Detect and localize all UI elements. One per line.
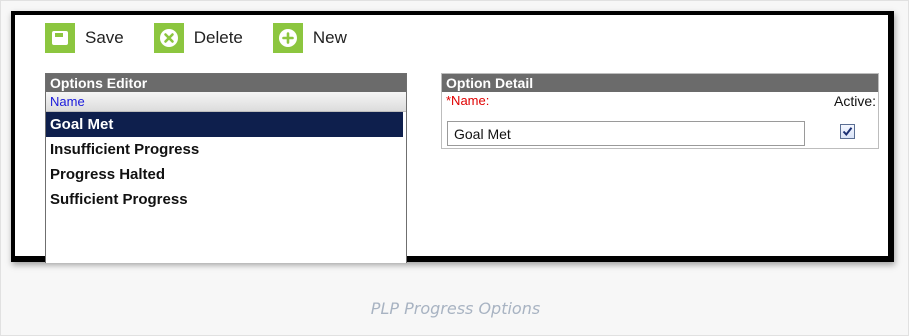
options-list: Goal Met Insufficient Progress Progress Ha…: [46, 112, 406, 212]
application-frame: Save Delete New Options Editor Name Goal…: [11, 11, 894, 263]
delete-button[interactable]: Delete: [153, 23, 243, 53]
list-item[interactable]: Sufficient Progress: [46, 187, 406, 212]
active-checkbox[interactable]: [840, 124, 855, 139]
list-item[interactable]: Progress Halted: [46, 162, 406, 187]
new-label: New: [312, 28, 347, 47]
options-editor-panel: Options Editor Name Goal Met Insufficient…: [45, 73, 407, 263]
option-detail-title: Option Detail: [442, 74, 878, 92]
list-item[interactable]: Insufficient Progress: [46, 137, 406, 162]
new-button[interactable]: New: [272, 23, 347, 53]
checkmark-icon: [842, 127, 853, 137]
save-icon: [45, 23, 75, 53]
name-column-header[interactable]: Name: [46, 92, 406, 112]
save-button[interactable]: Save: [45, 23, 124, 53]
delete-label: Delete: [193, 28, 243, 47]
list-item[interactable]: Goal Met: [46, 112, 403, 137]
name-input[interactable]: [447, 121, 805, 146]
name-field-label: *Name:: [446, 93, 490, 108]
save-label: Save: [85, 28, 124, 47]
figure-caption: PLP Progress Options: [370, 299, 541, 318]
plus-icon: [272, 23, 303, 53]
active-field-label: Active:: [833, 93, 876, 109]
toolbar: Save Delete New: [45, 15, 377, 61]
delete-icon: [153, 23, 184, 53]
screenshot-card: Save Delete New Options Editor Name Goal…: [0, 0, 909, 336]
options-editor-title: Options Editor: [46, 74, 406, 92]
